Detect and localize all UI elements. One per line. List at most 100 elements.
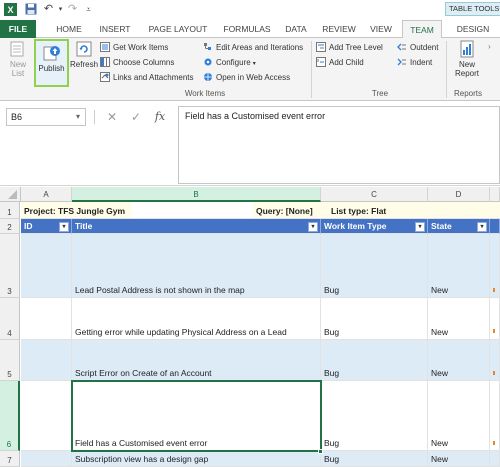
tab-insert[interactable]: INSERT <box>96 20 134 38</box>
select-all-corner[interactable] <box>0 187 21 202</box>
choose-columns-button[interactable]: Choose Columns <box>100 56 174 70</box>
group-label-reports: Reports <box>453 89 482 98</box>
type-value: Bug <box>324 285 340 295</box>
overflow-cell[interactable] <box>490 340 500 381</box>
column-header-c[interactable]: C <box>321 187 428 202</box>
overflow-cell[interactable] <box>490 234 500 298</box>
tab-file[interactable]: FILE <box>0 20 36 38</box>
add-child-button[interactable]: Add Child <box>316 56 364 70</box>
add-child-label: Add Child <box>329 58 364 67</box>
edit-areas-button[interactable]: Edit Areas and Iterations <box>203 41 303 55</box>
tab-review[interactable]: REVIEW <box>320 20 358 38</box>
formula-input[interactable]: Field has a Customised event error <box>178 106 500 184</box>
customize-qat-icon[interactable]: ⩡ <box>82 3 95 16</box>
id-cell[interactable] <box>21 340 72 381</box>
new-list-label-line1: New <box>9 60 26 69</box>
tab-view[interactable]: VIEW <box>367 20 395 38</box>
overflow-cell[interactable] <box>490 381 500 451</box>
enter-icon[interactable]: ✓ <box>128 108 144 126</box>
query-cell[interactable]: Query: [None] <box>253 202 328 219</box>
redo-icon[interactable]: ↷ <box>66 3 79 16</box>
tab-home[interactable]: HOME <box>52 20 86 38</box>
tab-formulas[interactable]: FORMULAS <box>221 20 273 38</box>
filter-dropdown-icon[interactable]: ▾ <box>308 222 318 232</box>
title-cell[interactable]: Subscription view has a design gap <box>72 451 321 467</box>
row-number: 5 <box>7 370 12 379</box>
edit-areas-label: Edit Areas and Iterations <box>216 43 304 52</box>
refresh-button[interactable]: Refresh <box>70 40 98 88</box>
state-cell[interactable]: New <box>428 381 490 451</box>
type-cell[interactable]: Bug <box>321 340 428 381</box>
column-header-e[interactable] <box>490 187 500 202</box>
name-box[interactable]: B6 <box>6 108 86 126</box>
cancel-icon[interactable]: ✕ <box>104 108 120 126</box>
header-title-cell[interactable]: Title ▾ <box>72 219 321 234</box>
row-header[interactable]: 4 <box>0 298 20 340</box>
formula-bar: B6 ▾ ✕ ✓ fx Field has a Customised event… <box>0 101 500 186</box>
worksheet-grid: A B C D 1 Project: TFS Jungle Gym Query:… <box>0 187 500 467</box>
header-type-cell[interactable]: Work Item Type ▾ <box>321 219 428 234</box>
filter-dropdown-icon[interactable]: ▾ <box>477 222 487 232</box>
new-report-label-line2: Report <box>454 69 479 78</box>
overflow-cell[interactable] <box>490 451 500 467</box>
get-work-items-button[interactable]: Get Work Items <box>100 41 168 55</box>
title-cell[interactable]: Script Error on Create of an Account <box>72 340 321 381</box>
column-header-a[interactable]: A <box>21 187 72 202</box>
column-header-b[interactable]: B <box>72 187 321 202</box>
ribbon-scroll-icon[interactable]: › <box>488 42 494 96</box>
row-header[interactable]: 1 <box>0 202 20 219</box>
tab-team[interactable]: TEAM <box>402 20 442 39</box>
name-box-dropdown-icon[interactable]: ▾ <box>76 108 80 126</box>
state-cell[interactable]: New <box>428 234 490 298</box>
filter-dropdown-icon[interactable]: ▾ <box>415 222 425 232</box>
new-report-button[interactable]: New Report <box>450 40 484 88</box>
configure-dropdown-icon: ▾ <box>252 61 256 67</box>
type-cell[interactable]: Bug <box>321 381 428 451</box>
indent-button[interactable]: Indent <box>397 56 432 70</box>
publish-button[interactable]: Publish <box>34 39 69 87</box>
ribbon-team: New List Publish Refresh Get Work Items … <box>0 38 500 101</box>
outdent-button[interactable]: Outdent <box>397 41 438 55</box>
list-type-cell[interactable]: List type: Flat <box>328 202 500 219</box>
header-state-cell[interactable]: State ▾ <box>428 219 490 234</box>
project-cell[interactable]: Project: TFS Jungle Gym <box>21 202 131 219</box>
new-list-button[interactable]: New List <box>4 40 32 88</box>
id-cell[interactable] <box>21 381 72 451</box>
row-header[interactable]: 5 <box>0 340 20 381</box>
state-cell[interactable]: New <box>428 451 490 467</box>
header-id-cell[interactable]: ID ▾ <box>21 219 72 234</box>
id-cell[interactable] <box>21 298 72 340</box>
row-header[interactable]: 3 <box>0 234 20 298</box>
choose-columns-icon <box>100 56 110 67</box>
insert-function-icon[interactable]: fx <box>152 108 168 126</box>
add-tree-level-button[interactable]: Add Tree Level <box>316 41 383 55</box>
overflow-cell[interactable] <box>490 298 500 340</box>
tab-page-layout[interactable]: PAGE LAYOUT <box>143 20 213 38</box>
row-header-selected[interactable]: 6 <box>0 381 20 451</box>
title-cell[interactable]: Lead Postal Address is not shown in the … <box>72 234 321 298</box>
excel-icon: X <box>4 3 17 16</box>
fill-handle[interactable] <box>318 449 323 454</box>
title-cell[interactable]: Getting error while updating Physical Ad… <box>72 298 321 340</box>
tab-design[interactable]: DESIGN <box>452 20 494 38</box>
tab-data[interactable]: DATA <box>281 20 311 38</box>
column-header-d[interactable]: D <box>428 187 490 202</box>
cell-marker <box>493 371 495 375</box>
type-cell[interactable]: Bug <box>321 451 428 467</box>
id-cell[interactable] <box>21 234 72 298</box>
id-cell[interactable] <box>21 451 72 467</box>
state-cell[interactable]: New <box>428 340 490 381</box>
links-attachments-button[interactable]: Links and Attachments <box>100 71 194 85</box>
save-icon[interactable] <box>24 3 37 16</box>
type-cell[interactable]: Bug <box>321 234 428 298</box>
configure-button[interactable]: Configure ▾ <box>203 56 256 70</box>
header-overflow-cell[interactable] <box>490 219 500 234</box>
header-state-label: State <box>431 221 452 231</box>
row-header[interactable]: 7 <box>0 451 20 467</box>
open-web-access-button[interactable]: Open in Web Access <box>203 71 290 85</box>
state-cell[interactable]: New <box>428 298 490 340</box>
filter-dropdown-icon[interactable]: ▾ <box>59 222 69 232</box>
type-cell[interactable]: Bug <box>321 298 428 340</box>
project-blank-cell[interactable] <box>131 202 253 219</box>
row-header[interactable]: 2 <box>0 219 20 234</box>
